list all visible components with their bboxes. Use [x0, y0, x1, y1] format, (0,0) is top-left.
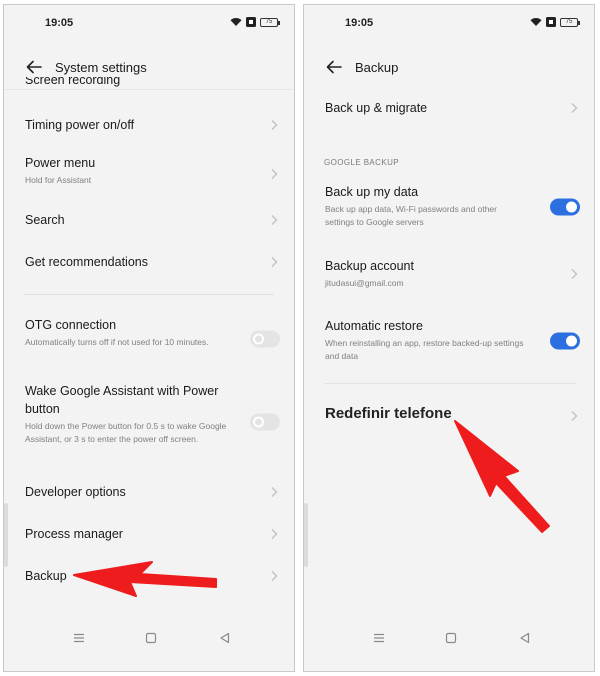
phone-screen-system-settings: 19:05 75 System settings Screen recordin… — [3, 4, 295, 672]
wifi-icon — [530, 18, 542, 26]
home-icon[interactable] — [444, 631, 458, 645]
list-item-power-menu[interactable]: Power menu Hold for Assistant — [4, 154, 294, 194]
item-title: Back up my data — [325, 185, 419, 199]
chevron-right-icon — [271, 169, 278, 179]
item-title: Process manager — [25, 527, 123, 541]
item-subtitle: When reinstalling an app, restore backed… — [325, 338, 524, 361]
list-item-back-up-my-data[interactable]: Back up my data Back up app data, Wi-Fi … — [304, 183, 594, 231]
side-scroll-handle[interactable] — [304, 503, 308, 567]
back-arrow-icon[interactable] — [323, 56, 345, 78]
automatic-restore-toggle[interactable] — [550, 332, 580, 350]
list-item-get-recommendations[interactable]: Get recommendations — [4, 250, 294, 274]
item-title: Timing power on/off — [25, 118, 135, 132]
item-subtitle: Hold down the Power button for 0.5 s to … — [25, 421, 227, 444]
back-arrow-icon[interactable] — [23, 56, 45, 78]
section-divider — [24, 294, 274, 295]
chevron-right-icon — [271, 215, 278, 225]
list-item-backup-account[interactable]: Backup account jitudasui@gmail.com — [304, 257, 594, 291]
status-time: 19:05 — [45, 17, 74, 29]
item-title: Power menu — [25, 156, 96, 170]
chevron-right-icon — [271, 571, 278, 581]
chevron-right-icon — [271, 257, 278, 267]
item-subtitle: Hold for Assistant — [25, 175, 92, 185]
list-item-back-up-migrate[interactable]: Back up & migrate — [304, 96, 594, 120]
item-title: Search — [25, 213, 65, 227]
item-title: Get recommendations — [25, 255, 148, 269]
section-divider — [324, 383, 576, 384]
back-triangle-icon[interactable] — [518, 631, 532, 645]
back-triangle-icon[interactable] — [218, 631, 232, 645]
item-title: Automatic restore — [325, 319, 423, 333]
chevron-right-icon — [571, 411, 578, 421]
section-label-google-backup: GOOGLE BACKUP — [324, 158, 399, 167]
chevron-right-icon — [271, 120, 278, 130]
app-header: Backup — [304, 49, 594, 85]
chevron-right-icon — [571, 103, 578, 113]
battery-icon: 75 — [560, 17, 580, 27]
item-title: Redefinir telefone — [325, 405, 452, 422]
back-up-my-data-toggle[interactable] — [550, 198, 580, 216]
list-item-otg-connection[interactable]: OTG connection Automatically turns off i… — [4, 316, 294, 362]
list-item-timing-power[interactable]: Timing power on/off — [4, 113, 294, 137]
item-title: Wake Google Assistant with Power button — [25, 384, 219, 416]
item-subtitle: Automatically turns off if not used for … — [25, 337, 209, 347]
navigation-bar — [304, 631, 594, 647]
list-item-redefinir-telefone[interactable]: Redefinir telefone — [304, 403, 594, 429]
item-subtitle: jitudasui@gmail.com — [325, 278, 404, 288]
status-bar: 19:05 75 — [304, 5, 594, 45]
item-subtitle: Back up app data, Wi-Fi passwords and ot… — [325, 204, 497, 227]
list-item-cut[interactable]: Screen recording — [4, 77, 294, 89]
list-item-backup[interactable]: Backup — [4, 564, 294, 588]
phone-screen-backup: 19:05 75 Backup Back up & migrate GOOGLE… — [303, 4, 595, 672]
item-title: OTG connection — [25, 318, 117, 332]
battery-icon: 75 — [260, 17, 280, 27]
list-item-wake-assistant[interactable]: Wake Google Assistant with Power button … — [4, 382, 294, 462]
item-title: Developer options — [25, 485, 126, 499]
list-item-process-manager[interactable]: Process manager — [4, 522, 294, 546]
list-item-developer-options[interactable]: Developer options — [4, 480, 294, 504]
otg-toggle[interactable] — [250, 330, 280, 348]
notification-icon — [246, 17, 256, 27]
status-bar: 19:05 75 — [4, 5, 294, 45]
page-title: Backup — [355, 59, 399, 75]
menu-icon[interactable] — [72, 631, 86, 645]
status-time: 19:05 — [345, 17, 374, 29]
menu-icon[interactable] — [372, 631, 386, 645]
status-icons: 75 — [530, 17, 580, 27]
wifi-icon — [230, 18, 242, 26]
chevron-right-icon — [571, 269, 578, 279]
list-item-search[interactable]: Search — [4, 208, 294, 232]
item-title: Backup account — [325, 259, 414, 273]
page-title: System settings — [55, 59, 147, 75]
item-title: Back up & migrate — [325, 101, 428, 115]
item-title: Backup — [25, 569, 67, 583]
notification-icon — [546, 17, 556, 27]
home-icon[interactable] — [144, 631, 158, 645]
chevron-right-icon — [271, 529, 278, 539]
wake-assistant-toggle[interactable] — [250, 413, 280, 431]
item-title: Screen recording — [25, 77, 121, 87]
header-divider — [4, 89, 294, 90]
chevron-right-icon — [271, 487, 278, 497]
status-icons: 75 — [230, 17, 280, 27]
list-item-automatic-restore[interactable]: Automatic restore When reinstalling an a… — [304, 317, 594, 365]
navigation-bar — [4, 631, 294, 647]
